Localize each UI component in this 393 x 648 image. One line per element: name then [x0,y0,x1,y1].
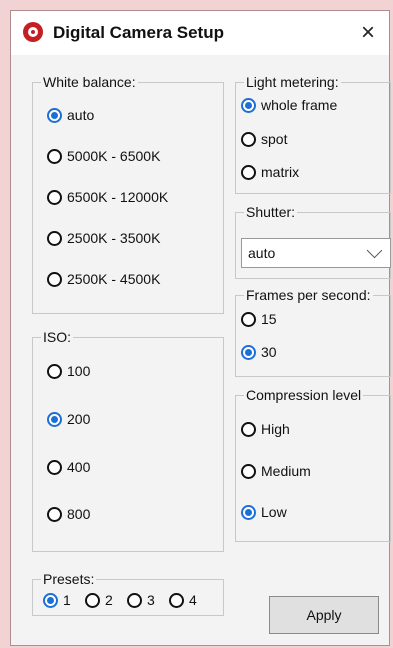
radio-selected-icon [241,504,256,520]
wb-option-label: 2500K - 4500K [67,271,161,287]
camera-setup-dialog: Digital Camera Setup × White balance: au… [10,10,391,646]
metering-option-whole-frame[interactable]: whole frame [241,97,337,113]
preset-option-label: 2 [105,592,113,608]
wb-option-5000-6500[interactable]: 5000K - 6500K [47,148,160,164]
wb-option-label: 5000K - 6500K [67,148,161,164]
shutter-select-value: auto [248,245,276,261]
metering-option-label: spot [261,131,288,147]
radio-icon [47,230,62,246]
wb-option-label: 6500K - 12000K [67,189,169,205]
iso-option-400[interactable]: 400 [47,459,90,475]
radio-icon [47,459,62,475]
preset-option-2[interactable]: 2 [85,592,113,608]
apply-button[interactable]: Apply [269,596,379,634]
iso-option-800[interactable]: 800 [47,506,90,522]
radio-icon [47,506,62,522]
fps-option-15[interactable]: 15 [241,311,277,327]
radio-selected-icon [47,411,62,427]
fps-legend: Frames per second: [246,287,371,303]
radio-selected-icon [241,344,256,360]
radio-icon [169,592,184,608]
radio-icon [127,592,142,608]
fps-option-label: 30 [261,344,277,360]
preset-option-1[interactable]: 1 [43,592,71,608]
window-title: Digital Camera Setup [53,23,224,42]
iso-option-label: 400 [67,459,91,475]
wb-option-auto[interactable]: auto [47,107,94,123]
preset-option-label: 3 [147,592,155,608]
close-button[interactable]: × [353,18,383,48]
preset-option-4[interactable]: 4 [169,592,197,608]
compression-legend: Compression level [246,387,362,403]
fps-option-30[interactable]: 30 [241,344,277,360]
fps-group: Frames per second: [235,287,391,377]
metering-option-label: matrix [261,164,300,180]
shutter-select[interactable]: auto [241,238,391,268]
fps-option-label: 15 [261,311,277,327]
radio-icon [47,148,62,164]
compression-option-medium[interactable]: Medium [241,463,311,479]
radio-icon [85,592,100,608]
radio-icon [241,164,256,180]
compression-option-low[interactable]: Low [241,504,287,520]
shutter-legend: Shutter: [246,204,296,220]
compression-option-high[interactable]: High [241,421,290,437]
light-metering-legend: Light metering: [246,74,339,90]
radio-icon [241,463,256,479]
compression-option-label: Low [261,504,287,520]
radio-icon [47,271,62,287]
preset-option-3[interactable]: 3 [127,592,155,608]
preset-option-label: 4 [189,592,197,608]
camera-lens-icon [23,22,43,42]
iso-legend: ISO: [43,329,72,345]
radio-icon [241,131,256,147]
radio-icon [47,189,62,205]
wb-option-2500-4500[interactable]: 2500K - 4500K [47,271,160,287]
compression-option-label: High [261,421,290,437]
iso-option-200[interactable]: 200 [47,411,90,427]
presets-legend: Presets: [43,571,95,587]
metering-option-matrix[interactable]: matrix [241,164,299,180]
metering-option-spot[interactable]: spot [241,131,287,147]
radio-selected-icon [43,592,58,608]
iso-option-label: 200 [67,411,91,427]
wb-option-2500-3500[interactable]: 2500K - 3500K [47,230,160,246]
wb-option-6500-12000[interactable]: 6500K - 12000K [47,189,168,205]
white-balance-legend: White balance: [43,74,136,90]
chevron-down-icon [366,242,383,259]
radio-icon [241,311,256,327]
iso-option-label: 800 [67,506,91,522]
wb-option-label: auto [67,107,95,123]
radio-selected-icon [241,97,256,113]
radio-icon [241,421,256,437]
compression-option-label: Medium [261,463,311,479]
title-bar: Digital Camera Setup × [11,11,389,55]
preset-option-label: 1 [63,592,71,608]
iso-option-label: 100 [67,363,91,379]
wb-option-label: 2500K - 3500K [67,230,161,246]
radio-selected-icon [47,107,62,123]
iso-option-100[interactable]: 100 [47,363,90,379]
metering-option-label: whole frame [261,97,338,113]
radio-icon [47,363,62,379]
